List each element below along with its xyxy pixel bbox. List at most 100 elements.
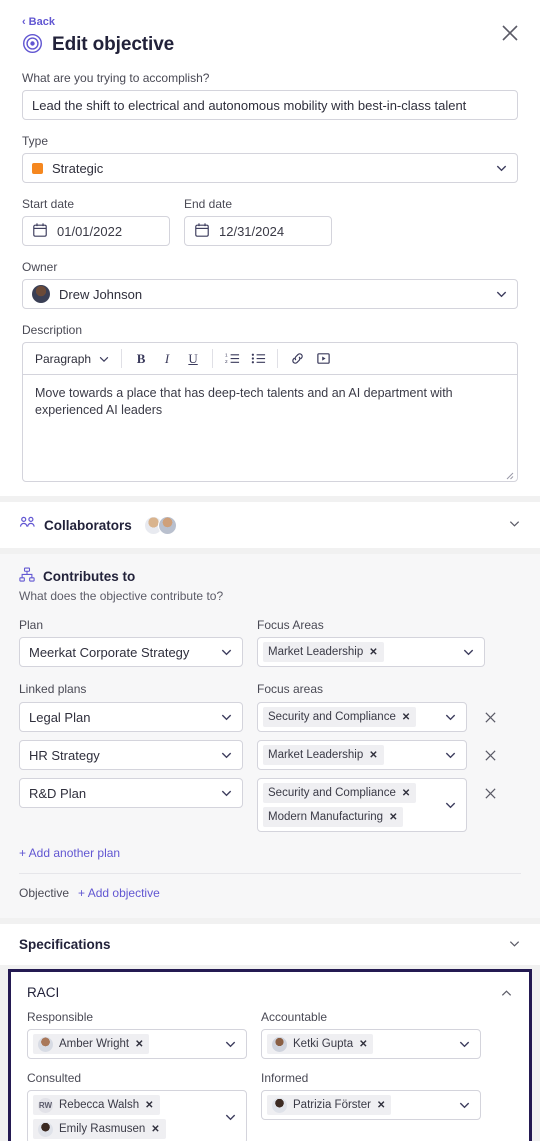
target-icon: [22, 33, 43, 57]
tag[interactable]: Market Leadership ✕: [263, 745, 384, 765]
plan-label: Plan: [19, 618, 44, 632]
collaborators-section[interactable]: Collaborators: [0, 502, 540, 548]
chevron-down-icon: [220, 749, 233, 762]
linked-focus-select[interactable]: Market Leadership ✕: [257, 740, 467, 770]
accountable-group: Accountable Ketki Gupta ✕: [261, 1010, 481, 1059]
linked-plans-labels: Linked plans Focus areas: [19, 682, 521, 696]
focus-areas-label: Focus Areas: [257, 618, 324, 632]
collaborator-avatars: [143, 515, 177, 535]
linked-focus-select[interactable]: Security and Compliance ✕: [257, 702, 467, 732]
tag-label: Market Leadership: [268, 749, 364, 761]
tag[interactable]: Emily Rasmusen ✕: [33, 1119, 166, 1139]
tag-remove-icon[interactable]: ✕: [369, 750, 377, 761]
responsible-select[interactable]: Amber Wright ✕: [27, 1029, 247, 1059]
specifications-section[interactable]: Specifications: [0, 924, 540, 965]
tag-remove-icon[interactable]: ✕: [135, 1039, 143, 1050]
raci-body: Responsible Amber Wright ✕ Accountable K…: [11, 1000, 529, 1141]
tag[interactable]: Ketki Gupta ✕: [267, 1034, 374, 1054]
chevron-down-icon: [495, 288, 508, 301]
consulted-select[interactable]: RW Rebecca Walsh ✕ Emily Rasmusen ✕: [27, 1090, 247, 1141]
back-button[interactable]: ‹ Back: [22, 16, 55, 28]
tag-remove-icon[interactable]: ✕: [369, 647, 377, 658]
tag[interactable]: Patrizia Förster ✕: [267, 1095, 392, 1115]
chevron-down-icon: [224, 1038, 237, 1051]
objective-input[interactable]: Lead the shift to electrical and autonom…: [22, 90, 518, 120]
tag[interactable]: RW Rebecca Walsh ✕: [33, 1095, 160, 1115]
chevron-down-icon: [220, 711, 233, 724]
list-group: 1 2: [213, 349, 277, 369]
linked-plan-row: R&D Plan Security and Compliance ✕ Moder…: [19, 778, 521, 832]
linked-plan-select[interactable]: R&D Plan: [19, 778, 243, 808]
insert-group: [278, 349, 342, 369]
text-style-group: B I U: [122, 349, 212, 369]
contributes-to-body: Contributes to What does the objective c…: [0, 554, 540, 918]
remove-linked-plan-icon[interactable]: [481, 740, 499, 770]
tag-remove-icon[interactable]: ✕: [145, 1100, 153, 1111]
linked-plans-list: Legal Plan Security and Compliance ✕ HR …: [19, 702, 521, 832]
type-select[interactable]: Strategic: [22, 153, 518, 183]
end-date-group: End date 12/31/2024: [184, 183, 332, 246]
block-style-value: Paragraph: [35, 351, 92, 366]
start-date-input[interactable]: 01/01/2022: [22, 216, 170, 246]
collaborators-header[interactable]: Collaborators: [0, 502, 540, 548]
divider: [19, 873, 521, 874]
tag-label: Ketki Gupta: [293, 1038, 354, 1050]
block-style-select[interactable]: Paragraph: [23, 352, 121, 366]
focus-areas-select[interactable]: Market Leadership ✕: [257, 637, 485, 667]
plan-select[interactable]: Meerkat Corporate Strategy: [19, 637, 243, 667]
tag-remove-icon[interactable]: ✕: [151, 1124, 159, 1135]
raci-row-2: Consulted RW Rebecca Walsh ✕ Emily Rasmu…: [27, 1071, 513, 1141]
owner-select[interactable]: Drew Johnson: [22, 279, 518, 309]
informed-select[interactable]: Patrizia Förster ✕: [261, 1090, 481, 1120]
objective-add-row: Objective + Add objective: [19, 886, 521, 900]
panel-header: ‹ Back Edit objective: [0, 0, 540, 57]
video-embed-icon[interactable]: [313, 349, 333, 369]
tag[interactable]: Security and Compliance ✕: [263, 783, 417, 803]
chevron-left-icon: ‹: [22, 15, 26, 28]
avatar-initials: RW: [38, 1097, 53, 1113]
end-date-input[interactable]: 12/31/2024: [184, 216, 332, 246]
linked-focus-select-wrap: Market Leadership ✕: [257, 740, 467, 770]
remove-linked-plan-icon[interactable]: [481, 778, 499, 808]
objective-field-label: What are you trying to accomplish?: [22, 71, 210, 85]
chevron-down-icon: [458, 1099, 471, 1112]
chevron-down-icon[interactable]: [508, 517, 521, 533]
tag[interactable]: Modern Manufacturing ✕: [263, 807, 404, 827]
chevron-down-icon[interactable]: [508, 937, 521, 953]
underline-icon[interactable]: U: [183, 349, 203, 369]
tag[interactable]: Security and Compliance ✕: [263, 707, 417, 727]
tag[interactable]: Amber Wright ✕: [33, 1034, 150, 1054]
tag-remove-icon[interactable]: ✕: [389, 812, 397, 823]
resize-handle-icon[interactable]: [504, 468, 514, 480]
add-objective-button[interactable]: + Add objective: [78, 886, 160, 900]
link-icon[interactable]: [287, 349, 307, 369]
linked-plan-value: R&D Plan: [29, 785, 87, 801]
bold-icon[interactable]: B: [131, 349, 151, 369]
edit-objective-panel: ‹ Back Edit objective What are you tryin…: [0, 0, 540, 1141]
linked-focus-select[interactable]: Security and Compliance ✕ Modern Manufac…: [257, 778, 467, 832]
linked-plan-select[interactable]: Legal Plan: [19, 702, 243, 732]
linked-plan-select[interactable]: HR Strategy: [19, 740, 243, 770]
ordered-list-icon[interactable]: 1 2: [222, 349, 242, 369]
raci-row-1: Responsible Amber Wright ✕ Accountable K…: [27, 1010, 513, 1059]
linked-plans-label: Linked plans: [19, 682, 87, 696]
tag[interactable]: Market Leadership ✕: [263, 642, 384, 662]
chevron-down-icon: [220, 646, 233, 659]
tag-remove-icon[interactable]: ✕: [402, 712, 410, 723]
svg-text:2: 2: [225, 359, 228, 364]
raci-header[interactable]: RACI: [11, 972, 529, 1000]
italic-icon[interactable]: I: [157, 349, 177, 369]
tag-label: Patrizia Förster: [293, 1099, 371, 1111]
specifications-header[interactable]: Specifications: [0, 924, 540, 965]
bullet-list-icon[interactable]: [248, 349, 268, 369]
add-another-plan-button[interactable]: + Add another plan: [19, 846, 120, 860]
accountable-select[interactable]: Ketki Gupta ✕: [261, 1029, 481, 1059]
chevron-up-icon[interactable]: [500, 987, 513, 1003]
tag-remove-icon[interactable]: ✕: [402, 788, 410, 799]
close-icon[interactable]: [499, 22, 521, 44]
tag-remove-icon[interactable]: ✕: [377, 1100, 385, 1111]
description-textarea[interactable]: Move towards a place that has deep-tech …: [22, 374, 518, 482]
linked-plan-select-wrap: HR Strategy: [19, 740, 243, 770]
remove-linked-plan-icon[interactable]: [481, 702, 499, 732]
tag-remove-icon[interactable]: ✕: [359, 1039, 367, 1050]
